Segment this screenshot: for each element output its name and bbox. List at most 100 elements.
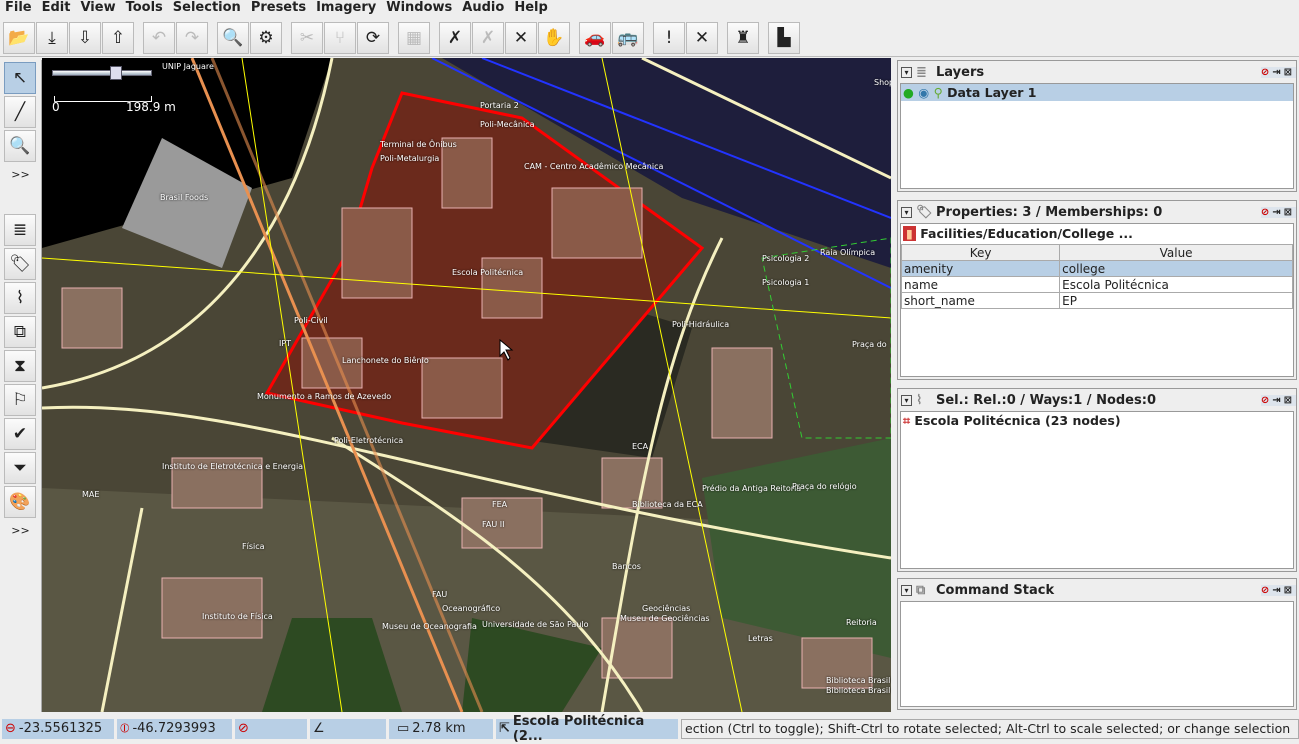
menu-presets[interactable]: Presets	[246, 0, 311, 18]
select-mode-button[interactable]: ↖	[4, 62, 36, 94]
zoom-to-data-button[interactable]: 🔍	[217, 21, 249, 54]
restaurant-button[interactable]: ✕	[686, 21, 718, 54]
tag-value[interactable]: Escola Politécnica	[1059, 276, 1293, 293]
map-label[interactable]: MAE	[82, 490, 99, 499]
map-label[interactable]: Museu de Geociências	[620, 614, 710, 623]
menu-edit[interactable]: Edit	[37, 0, 76, 18]
map-label[interactable]: FAU	[432, 590, 447, 599]
menu-file[interactable]: File	[0, 0, 37, 18]
preferences-button[interactable]: ⚙	[250, 21, 282, 54]
pin-icon[interactable]: ⇥	[1272, 395, 1280, 406]
close-icon[interactable]: ⊠	[1284, 67, 1292, 78]
map-label[interactable]: CAM - Centro Acadêmico Mecânica	[524, 162, 663, 171]
hide-icon[interactable]: ⊘	[1261, 585, 1269, 596]
preset-link[interactable]: ▮ Facilities/Education/College ...	[901, 224, 1293, 244]
relations-button[interactable]: ⧉	[4, 316, 36, 348]
map-label[interactable]: Psicologia 1	[762, 278, 809, 287]
hide-icon[interactable]: ⊘	[1261, 67, 1269, 78]
map-label[interactable]: Lanchonete do Biênio	[342, 356, 429, 365]
map-label[interactable]: Praça do	[852, 340, 887, 349]
column-header-key[interactable]: Key	[900, 244, 1061, 261]
menu-view[interactable]: View	[75, 0, 120, 18]
close-icon[interactable]: ⊠	[1284, 395, 1292, 406]
history-button[interactable]: ⧗	[4, 350, 36, 382]
junction-button[interactable]: ✕	[505, 21, 537, 54]
column-header-value[interactable]: Value	[1059, 244, 1293, 261]
map-label[interactable]: Poli-Hidráulica	[672, 320, 729, 329]
map-label[interactable]: Oceanográfico	[442, 604, 500, 613]
close-icon[interactable]: ⊠	[1284, 207, 1292, 218]
map-label[interactable]: Letras	[748, 634, 773, 643]
pin-icon[interactable]: ⇥	[1272, 67, 1280, 78]
tag-row[interactable]: name Escola Politécnica	[900, 276, 1293, 293]
map-label[interactable]: Instituto de Eletrotécnica e Energia	[162, 462, 303, 471]
undo-button[interactable]: ↶	[143, 21, 175, 54]
layers-toggle-button[interactable]: ≣	[4, 214, 36, 246]
map-label[interactable]: Geociências	[642, 604, 690, 613]
map-label[interactable]: Poli-Eletrotécnica	[334, 436, 403, 445]
validator-button[interactable]: ✔	[4, 418, 36, 450]
menu-tools[interactable]: Tools	[121, 0, 168, 18]
zoom-slider-handle[interactable]	[110, 66, 122, 80]
hide-icon[interactable]: ⊘	[1261, 207, 1269, 218]
combine-way-button[interactable]: ⑂	[324, 21, 356, 54]
car-button[interactable]: 🚗	[579, 21, 611, 54]
highway-grey-button[interactable]: ✗	[472, 21, 504, 54]
update-data-button[interactable]: ⟳	[357, 21, 389, 54]
properties-toggle-button[interactable]: 🏷	[4, 248, 36, 280]
hand-button[interactable]: ✋	[538, 21, 570, 54]
collapse-icon[interactable]: ▾	[901, 394, 912, 406]
map-paint-button[interactable]: 🎨	[4, 486, 36, 518]
map-label[interactable]: Poli-Metalurgia	[380, 154, 439, 163]
map-view[interactable]: 0 198.9 m UNIP Jaguare Brasil Foods Portar…	[42, 58, 891, 712]
castle-button[interactable]: ♜	[727, 21, 759, 54]
menu-help[interactable]: Help	[509, 0, 552, 18]
collapse-icon[interactable]: ▾	[901, 584, 912, 596]
selection-list-button[interactable]: ⌇	[4, 282, 36, 314]
visible-eye-icon[interactable]: ◉	[918, 85, 929, 100]
bus-button[interactable]: 🚌	[612, 21, 644, 54]
menu-audio[interactable]: Audio	[457, 0, 509, 18]
conflict-button[interactable]: ⚐	[4, 384, 36, 416]
more-tools-button[interactable]: >>	[0, 164, 41, 186]
split-way-button[interactable]: ✂	[291, 21, 323, 54]
active-check-icon[interactable]: ●	[903, 85, 914, 100]
map-label[interactable]: Instituto de Física	[202, 612, 273, 621]
map-label[interactable]: Física	[242, 542, 265, 551]
collapse-icon[interactable]: ▾	[901, 66, 912, 78]
map-label[interactable]: FAU II	[482, 520, 504, 529]
map-label[interactable]: Escola Politécnica	[452, 268, 523, 277]
layer-item[interactable]: ● ◉ ⚲ Data Layer 1	[901, 84, 1293, 101]
highway-button[interactable]: ✗	[439, 21, 471, 54]
draw-mode-button[interactable]: ╱	[4, 96, 36, 128]
map-label[interactable]: Reitoria	[846, 618, 877, 627]
hide-icon[interactable]: ⊘	[1261, 395, 1269, 406]
download-button[interactable]: ⤓	[36, 21, 68, 54]
map-label[interactable]: Poli-Civil	[294, 316, 328, 325]
tag-value[interactable]: EP	[1059, 292, 1293, 309]
map-label[interactable]: UNIP Jaguare	[162, 62, 214, 71]
map-label[interactable]: Prédio da Antiga Reitoria	[702, 484, 801, 493]
collapse-icon[interactable]: ▾	[901, 206, 912, 218]
pin-icon[interactable]: ⇥	[1272, 207, 1280, 218]
map-label[interactable]: Museu de Oceanografia	[382, 622, 477, 631]
pin-icon[interactable]: ⇥	[1272, 585, 1280, 596]
zoom-mode-button[interactable]: 🔍	[4, 130, 36, 162]
map-label[interactable]: ECA	[632, 442, 648, 451]
tag-key[interactable]: name	[900, 276, 1061, 293]
filter-button[interactable]: ⏷	[4, 452, 36, 484]
redo-button[interactable]: ↷	[176, 21, 208, 54]
open-file-button[interactable]: 📂	[3, 21, 35, 54]
menu-selection[interactable]: Selection	[168, 0, 246, 18]
map-label[interactable]: Terminal de Ônibus	[380, 140, 457, 149]
tag-row[interactable]: short_name EP	[900, 292, 1293, 309]
upload-button[interactable]: ⇧	[102, 21, 134, 54]
tag-key[interactable]: amenity	[900, 260, 1061, 277]
tag-key[interactable]: short_name	[900, 292, 1061, 309]
disabled-button[interactable]: ▦	[398, 21, 430, 54]
zoom-slider[interactable]	[52, 70, 152, 76]
map-label[interactable]: Poli-Mecânica	[480, 120, 534, 129]
warning-button[interactable]: !	[653, 21, 685, 54]
map-label[interactable]: Raia Olímpica	[820, 248, 875, 257]
map-label[interactable]: Biblioteca da ECA	[632, 500, 703, 509]
